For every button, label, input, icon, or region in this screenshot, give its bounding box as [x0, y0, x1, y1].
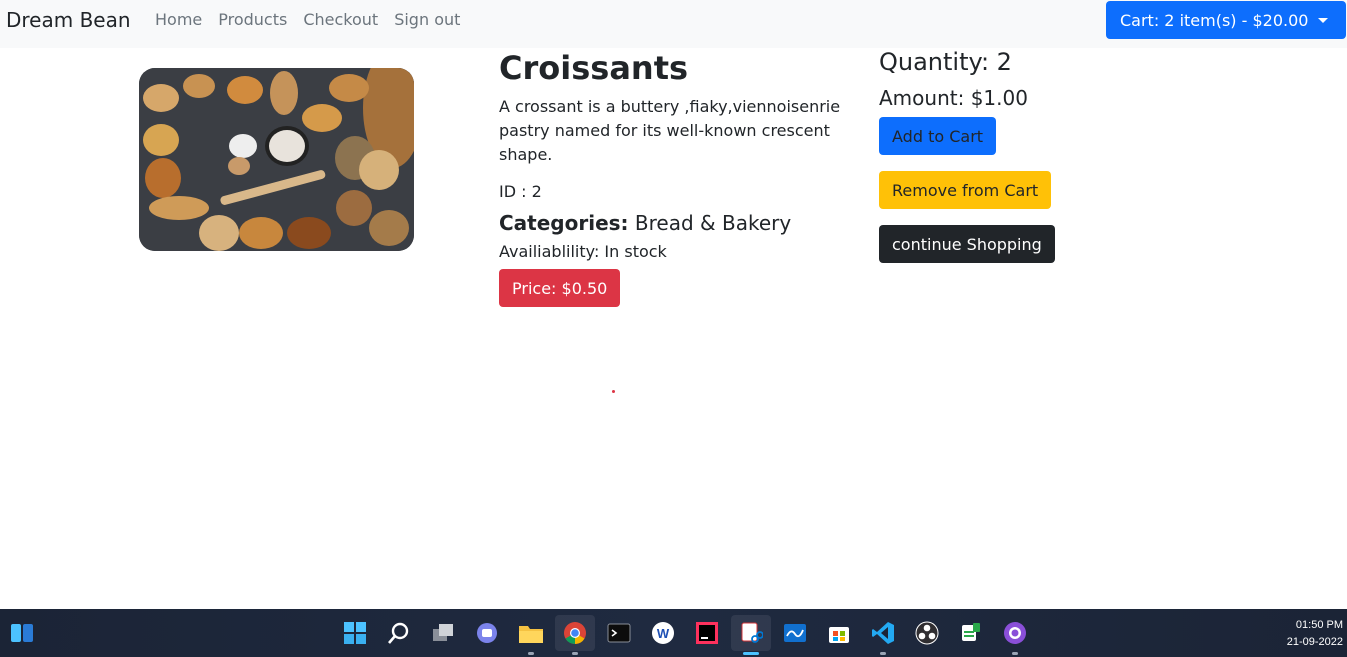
start-icon[interactable] [335, 615, 375, 651]
store-icon[interactable] [819, 615, 859, 651]
navbar: Dream Bean Home Products Checkout Sign o… [0, 0, 1347, 48]
amount-text: Amount: $1.00 [879, 86, 1028, 110]
task-view-icon[interactable] [423, 615, 463, 651]
clock-time: 01:50 PM [1295, 619, 1343, 631]
nav-links: Home Products Checkout Sign out [155, 10, 476, 30]
terminal-icon[interactable] [599, 615, 639, 651]
app-w-icon[interactable]: W [643, 615, 683, 651]
search-icon[interactable] [379, 615, 419, 651]
snipping-tool-icon[interactable] [731, 615, 771, 655]
product-categories: Categories: Bread & Bakery [499, 209, 791, 237]
quantity-text: Quantity: 2 [879, 48, 1012, 76]
add-to-cart-button[interactable]: Add to Cart [879, 117, 997, 155]
chat-icon[interactable] [467, 615, 507, 651]
bakery-photo-illustration [139, 68, 414, 251]
remove-from-cart-button[interactable]: Remove from Cart [879, 171, 1052, 209]
nav-link-products[interactable]: Products [218, 10, 287, 30]
taskbar: W 01:50 PM 21-09-2022 [0, 609, 1347, 657]
cart-summary-label: Cart: 2 item(s) - $20.00 [1120, 10, 1309, 30]
running-indicator [528, 652, 534, 655]
vscode-icon[interactable] [863, 615, 903, 655]
caret-down-icon [1318, 17, 1329, 23]
intellij-icon[interactable] [687, 615, 727, 651]
brand-logo-text[interactable]: Dream Bean [6, 8, 131, 32]
clock-date: 21-09-2022 [1286, 636, 1343, 648]
nav-link-checkout[interactable]: Checkout [303, 10, 378, 30]
price-badge: Price: $0.50 [499, 269, 621, 307]
taskbar-pinned-apps: W [335, 615, 1039, 655]
running-indicator [1012, 652, 1018, 655]
product-availability: Availiablility: In stock [499, 242, 667, 261]
running-indicator [880, 652, 886, 655]
svg-text:W: W [657, 626, 670, 641]
github-desktop-icon[interactable] [995, 615, 1035, 655]
product-id: ID : 2 [499, 182, 542, 201]
obs-icon[interactable] [907, 615, 947, 651]
categories-label: Categories: [499, 211, 629, 235]
pgadmin-icon[interactable] [951, 615, 991, 651]
file-explorer-icon[interactable] [511, 615, 551, 655]
product-description: A crossant is a buttery ,fiaky,viennoise… [499, 97, 841, 164]
continue-shopping-button[interactable]: continue Shopping [879, 225, 1055, 263]
nav-link-home[interactable]: Home [155, 10, 202, 30]
nav-link-sign-out[interactable]: Sign out [394, 10, 460, 30]
active-indicator [743, 652, 759, 655]
product-image [139, 68, 414, 251]
widgets-icon[interactable] [10, 622, 34, 644]
product-title: Croissants [499, 49, 689, 87]
chrome-icon[interactable] [555, 615, 595, 655]
cursor-dot [612, 390, 615, 393]
cart-dropdown-button[interactable]: Cart: 2 item(s) - $20.00 [1106, 1, 1346, 39]
categories-value: Bread & Bakery [634, 211, 792, 235]
running-indicator [572, 652, 578, 655]
system-clock[interactable]: 01:50 PM 21-09-2022 [1287, 617, 1343, 651]
whiteboard-icon[interactable] [775, 615, 815, 651]
